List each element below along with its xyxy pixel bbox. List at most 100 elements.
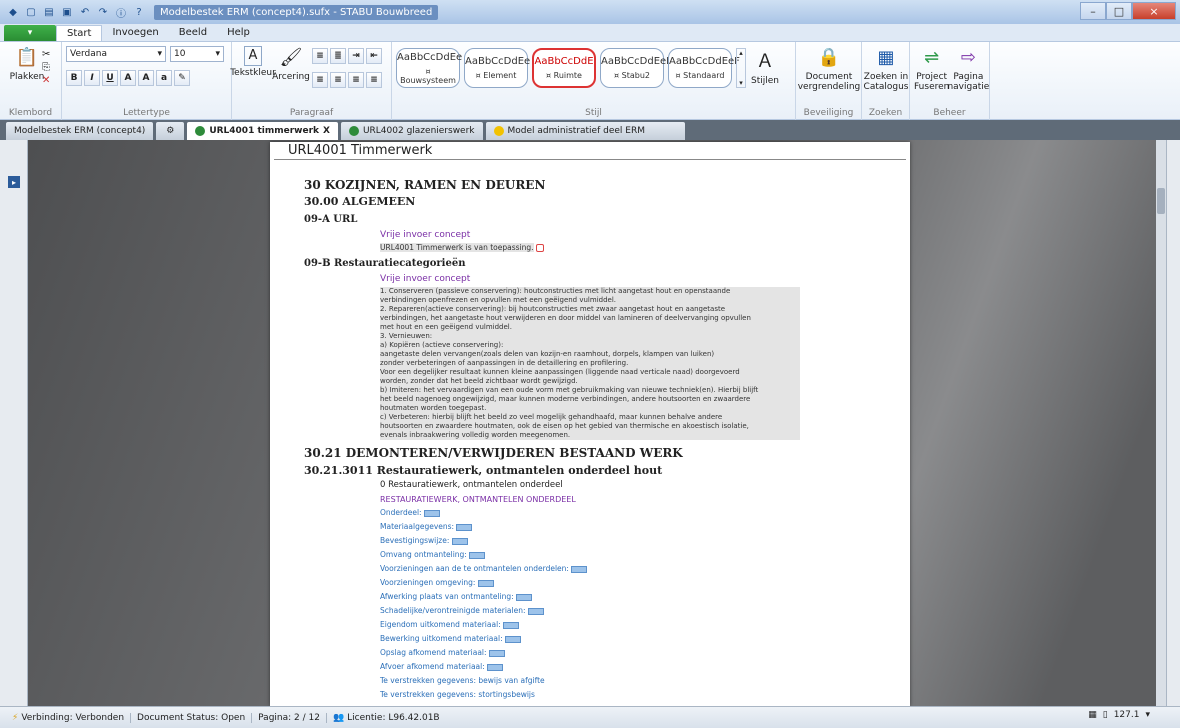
text-color-icon: A	[244, 46, 262, 66]
outdent-icon[interactable]: ⇤	[366, 48, 382, 64]
field-value-box[interactable]	[423, 509, 440, 517]
field-value-box[interactable]	[571, 565, 588, 573]
tab-beeld[interactable]: Beeld	[169, 25, 217, 41]
bold-button[interactable]: B	[66, 70, 82, 86]
field-value-box[interactable]	[477, 579, 494, 587]
styles-scroll[interactable]: ▴ ▾	[736, 48, 746, 88]
close-tab-icon[interactable]: X	[323, 126, 330, 136]
maximize-button[interactable]: □	[1106, 2, 1132, 20]
applies-text-value: URL4001 Timmerwerk is van toepassing.	[380, 243, 534, 252]
align-left-icon[interactable]: ≡	[312, 72, 328, 88]
underline-button[interactable]: U	[102, 70, 118, 86]
edit-marker-icon[interactable]	[535, 244, 544, 252]
minimize-button[interactable]: –	[1080, 2, 1106, 20]
delete-icon[interactable]: ✕	[42, 74, 50, 87]
field-row: Afwerking plaats van ontmanteling:	[380, 592, 910, 602]
zoom-controls: ▦ ▯ 127.1 ▾	[1088, 710, 1150, 720]
app-icon[interactable]: ◆	[6, 5, 20, 19]
tab-invoegen[interactable]: Invoegen	[102, 25, 168, 41]
style-name: ¤ Standaard	[675, 71, 725, 80]
style-preview: AaBbCcDdE	[534, 56, 594, 67]
applies-text[interactable]: URL4001 Timmerwerk is van toepassing.	[380, 243, 910, 252]
project-merge-button[interactable]: ⇌ Project Fuseren	[914, 46, 949, 93]
field-value-box[interactable]	[516, 593, 533, 601]
help-icon[interactable]: ?	[132, 5, 146, 19]
clear-format-icon[interactable]: ✎	[174, 70, 190, 86]
close-button[interactable]: ×	[1132, 2, 1176, 20]
grow-font-icon[interactable]: A	[138, 70, 154, 86]
vertical-scrollbar[interactable]	[1156, 140, 1166, 706]
doc-tab-label: Modelbestek ERM (concept4)	[14, 126, 146, 136]
text-color-button[interactable]: A Tekstkleur	[230, 46, 276, 88]
field-value-box[interactable]	[488, 649, 505, 657]
justify-icon[interactable]: ≡	[366, 72, 382, 88]
field-label: Bevestigingswijze:	[380, 536, 450, 545]
style-ruimte[interactable]: AaBbCcDdE ¤ Ruimte	[532, 48, 596, 88]
number-list-icon[interactable]: ≣	[330, 48, 346, 64]
doc-tab-modelbestek[interactable]: Modelbestek ERM (concept4)	[6, 122, 154, 140]
chapter-heading[interactable]: 30 KOZIJNEN, RAMEN EN DEUREN	[304, 178, 910, 192]
shrink-font-icon[interactable]: a	[156, 70, 172, 86]
indent-icon[interactable]: ⇥	[348, 48, 364, 64]
document-lock-button[interactable]: 🔒 Document vergrendeling	[798, 46, 861, 93]
doc-tab-url4001[interactable]: URL4001 timmerwerk X	[187, 122, 338, 140]
styles-button[interactable]: Ａ Stijlen	[746, 50, 784, 87]
style-element[interactable]: AaBbCcDdEe ¤ Element	[464, 48, 530, 88]
bullet-list-icon[interactable]: ≡	[312, 48, 328, 64]
doc-tab-model-admin[interactable]: Model administratief deel ERM	[485, 122, 685, 140]
field-value-box[interactable]	[451, 537, 468, 545]
search-catalog-button[interactable]: ▦ Zoeken in Catalogus	[864, 46, 909, 93]
file-menu-button[interactable]: ▾	[4, 25, 56, 41]
open-folder-icon[interactable]: ▤	[42, 5, 56, 19]
subsection-heading-categories[interactable]: 09-B Restauratiecategorieën	[304, 258, 910, 269]
zoom-level[interactable]: 127.1	[1114, 710, 1140, 720]
section-heading-general[interactable]: 30.00 ALGEMEEN	[304, 195, 910, 208]
doc-tab-url4002[interactable]: URL4002 glazenierswerk	[340, 122, 483, 140]
font-size-select[interactable]: 10 ▾	[170, 46, 224, 62]
scrollbar-thumb[interactable]	[1157, 188, 1165, 214]
font-color-icon[interactable]: A	[120, 70, 136, 86]
section-heading-demo[interactable]: 30.21 DEMONTEREN/VERWIJDEREN BESTAAND WE…	[304, 446, 910, 460]
field-row: Eigendom uitkomend materiaal:	[380, 620, 910, 630]
style-bouwsysteem[interactable]: AaBbCcDdEe ¤ Bouwsysteem	[396, 48, 462, 88]
field-value-box[interactable]	[505, 635, 521, 643]
field-row: Schadelijke/verontreinigde materialen:	[380, 606, 910, 616]
subsection-heading-restoration[interactable]: 30.21.3011 Restauratiewerk, ontmantelen …	[304, 464, 910, 477]
field-value-box[interactable]	[469, 551, 486, 559]
redo-icon[interactable]: ↷	[96, 5, 110, 19]
layout-icon[interactable]: ▦	[1088, 710, 1097, 720]
chevron-down-icon[interactable]: ▾	[1145, 710, 1150, 720]
field-value-box[interactable]	[456, 523, 473, 531]
connection-status: ⚡ Verbinding: Verbonden	[6, 712, 132, 723]
tab-start[interactable]: Start	[56, 25, 103, 41]
field-value-box[interactable]	[527, 607, 544, 615]
page-icon[interactable]: ▯	[1103, 710, 1108, 720]
brush-icon: 🖌	[279, 47, 303, 68]
doc-tab-settings[interactable]: ⚙	[156, 122, 185, 140]
italic-button[interactable]: I	[84, 70, 100, 86]
subsection-heading-url[interactable]: 09-A URL	[304, 214, 910, 225]
new-file-icon[interactable]: ▢	[24, 5, 38, 19]
field-value-box[interactable]	[487, 663, 504, 671]
cut-icon[interactable]: ✂	[42, 48, 50, 61]
page-indicator: Pagina: 2 / 12	[252, 712, 327, 723]
undo-icon[interactable]: ↶	[78, 5, 92, 19]
info-icon[interactable]: ⓘ	[114, 5, 128, 20]
align-center-icon[interactable]: ≡	[330, 72, 346, 88]
align-right-icon[interactable]: ≡	[348, 72, 364, 88]
field-row: Omvang ontmanteling:	[380, 550, 910, 560]
tab-help[interactable]: Help	[217, 25, 260, 41]
panel-toggle-icon[interactable]: ▸	[8, 176, 20, 188]
shading-button[interactable]: 🖌 Arcering	[272, 46, 310, 88]
share-icon: ⇌	[924, 47, 940, 68]
field-value-box[interactable]	[503, 621, 520, 629]
font-family-select[interactable]: Verdana ▾	[66, 46, 166, 62]
style-stabu2[interactable]: AaBbCcDdEeF ¤ Stabu2	[600, 48, 672, 88]
save-icon[interactable]: ▣	[60, 5, 74, 19]
page-navigation-button[interactable]: ⇨ Pagina navigatie	[947, 46, 989, 93]
style-standaard[interactable]: AaBbCcDdEeF ¤ Standaard	[668, 48, 740, 88]
copy-icon[interactable]: ⎘	[42, 61, 50, 74]
free-input-label: Vrije invoer concept	[380, 230, 471, 240]
font-group: Verdana ▾ 10 ▾ B I U A Aa ✎ Lettertype	[62, 42, 232, 120]
categories-text-block[interactable]: 1. Conserveren (passieve conservering): …	[380, 287, 800, 440]
